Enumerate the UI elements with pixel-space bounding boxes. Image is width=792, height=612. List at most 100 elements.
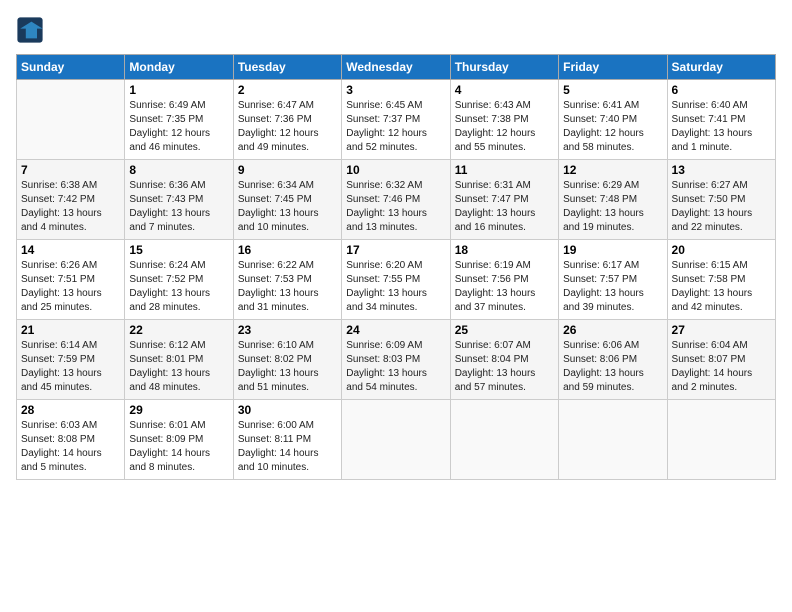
calendar-week-row: 14 Sunrise: 6:26 AMSunset: 7:51 PMDaylig…	[17, 240, 776, 320]
day-info: Sunrise: 6:38 AMSunset: 7:42 PMDaylight:…	[21, 179, 120, 235]
day-number: 18	[455, 243, 554, 257]
day-info: Sunrise: 6:20 AMSunset: 7:55 PMDaylight:…	[346, 259, 445, 315]
day-number: 5	[563, 83, 662, 97]
weekday-header: Tuesday	[233, 55, 341, 80]
weekday-header: Friday	[559, 55, 667, 80]
day-info: Sunrise: 6:07 AMSunset: 8:04 PMDaylight:…	[455, 339, 554, 395]
day-info: Sunrise: 6:09 AMSunset: 8:03 PMDaylight:…	[346, 339, 445, 395]
calendar-cell: 28 Sunrise: 6:03 AMSunset: 8:08 PMDaylig…	[17, 400, 125, 480]
calendar-cell: 3 Sunrise: 6:45 AMSunset: 7:37 PMDayligh…	[342, 80, 450, 160]
calendar-week-row: 28 Sunrise: 6:03 AMSunset: 8:08 PMDaylig…	[17, 400, 776, 480]
calendar-cell: 15 Sunrise: 6:24 AMSunset: 7:52 PMDaylig…	[125, 240, 233, 320]
calendar-cell: 12 Sunrise: 6:29 AMSunset: 7:48 PMDaylig…	[559, 160, 667, 240]
calendar-header-row: SundayMondayTuesdayWednesdayThursdayFrid…	[17, 55, 776, 80]
calendar-cell: 1 Sunrise: 6:49 AMSunset: 7:35 PMDayligh…	[125, 80, 233, 160]
calendar-cell	[342, 400, 450, 480]
day-info: Sunrise: 6:12 AMSunset: 8:01 PMDaylight:…	[129, 339, 228, 395]
day-info: Sunrise: 6:29 AMSunset: 7:48 PMDaylight:…	[563, 179, 662, 235]
calendar-cell: 2 Sunrise: 6:47 AMSunset: 7:36 PMDayligh…	[233, 80, 341, 160]
day-number: 12	[563, 163, 662, 177]
calendar-week-row: 7 Sunrise: 6:38 AMSunset: 7:42 PMDayligh…	[17, 160, 776, 240]
day-number: 17	[346, 243, 445, 257]
calendar-cell: 14 Sunrise: 6:26 AMSunset: 7:51 PMDaylig…	[17, 240, 125, 320]
day-number: 15	[129, 243, 228, 257]
calendar-cell: 7 Sunrise: 6:38 AMSunset: 7:42 PMDayligh…	[17, 160, 125, 240]
day-number: 19	[563, 243, 662, 257]
page-header	[16, 16, 776, 44]
day-info: Sunrise: 6:43 AMSunset: 7:38 PMDaylight:…	[455, 99, 554, 155]
calendar-cell	[667, 400, 775, 480]
day-info: Sunrise: 6:40 AMSunset: 7:41 PMDaylight:…	[672, 99, 771, 155]
day-number: 3	[346, 83, 445, 97]
weekday-header: Thursday	[450, 55, 558, 80]
calendar-cell: 6 Sunrise: 6:40 AMSunset: 7:41 PMDayligh…	[667, 80, 775, 160]
day-info: Sunrise: 6:17 AMSunset: 7:57 PMDaylight:…	[563, 259, 662, 315]
day-number: 21	[21, 323, 120, 337]
calendar-cell: 22 Sunrise: 6:12 AMSunset: 8:01 PMDaylig…	[125, 320, 233, 400]
day-number: 13	[672, 163, 771, 177]
day-info: Sunrise: 6:14 AMSunset: 7:59 PMDaylight:…	[21, 339, 120, 395]
day-number: 7	[21, 163, 120, 177]
day-info: Sunrise: 6:49 AMSunset: 7:35 PMDaylight:…	[129, 99, 228, 155]
day-info: Sunrise: 6:10 AMSunset: 8:02 PMDaylight:…	[238, 339, 337, 395]
calendar-cell	[450, 400, 558, 480]
day-number: 11	[455, 163, 554, 177]
day-info: Sunrise: 6:47 AMSunset: 7:36 PMDaylight:…	[238, 99, 337, 155]
day-number: 28	[21, 403, 120, 417]
day-number: 20	[672, 243, 771, 257]
calendar-cell: 25 Sunrise: 6:07 AMSunset: 8:04 PMDaylig…	[450, 320, 558, 400]
day-info: Sunrise: 6:34 AMSunset: 7:45 PMDaylight:…	[238, 179, 337, 235]
day-number: 2	[238, 83, 337, 97]
day-info: Sunrise: 6:15 AMSunset: 7:58 PMDaylight:…	[672, 259, 771, 315]
calendar-table: SundayMondayTuesdayWednesdayThursdayFrid…	[16, 54, 776, 480]
day-number: 8	[129, 163, 228, 177]
day-number: 22	[129, 323, 228, 337]
calendar-week-row: 21 Sunrise: 6:14 AMSunset: 7:59 PMDaylig…	[17, 320, 776, 400]
day-number: 9	[238, 163, 337, 177]
calendar-cell: 26 Sunrise: 6:06 AMSunset: 8:06 PMDaylig…	[559, 320, 667, 400]
day-number: 6	[672, 83, 771, 97]
day-number: 4	[455, 83, 554, 97]
calendar-cell: 29 Sunrise: 6:01 AMSunset: 8:09 PMDaylig…	[125, 400, 233, 480]
day-number: 30	[238, 403, 337, 417]
day-number: 29	[129, 403, 228, 417]
day-info: Sunrise: 6:26 AMSunset: 7:51 PMDaylight:…	[21, 259, 120, 315]
day-info: Sunrise: 6:45 AMSunset: 7:37 PMDaylight:…	[346, 99, 445, 155]
calendar-body: 1 Sunrise: 6:49 AMSunset: 7:35 PMDayligh…	[17, 80, 776, 480]
calendar-cell: 16 Sunrise: 6:22 AMSunset: 7:53 PMDaylig…	[233, 240, 341, 320]
day-number: 16	[238, 243, 337, 257]
weekday-header: Sunday	[17, 55, 125, 80]
day-number: 14	[21, 243, 120, 257]
calendar-cell: 21 Sunrise: 6:14 AMSunset: 7:59 PMDaylig…	[17, 320, 125, 400]
calendar-cell: 27 Sunrise: 6:04 AMSunset: 8:07 PMDaylig…	[667, 320, 775, 400]
day-number: 24	[346, 323, 445, 337]
day-number: 25	[455, 323, 554, 337]
day-number: 26	[563, 323, 662, 337]
weekday-header: Monday	[125, 55, 233, 80]
calendar-cell: 18 Sunrise: 6:19 AMSunset: 7:56 PMDaylig…	[450, 240, 558, 320]
day-number: 27	[672, 323, 771, 337]
logo-icon	[16, 16, 44, 44]
day-info: Sunrise: 6:19 AMSunset: 7:56 PMDaylight:…	[455, 259, 554, 315]
calendar-cell: 19 Sunrise: 6:17 AMSunset: 7:57 PMDaylig…	[559, 240, 667, 320]
day-info: Sunrise: 6:22 AMSunset: 7:53 PMDaylight:…	[238, 259, 337, 315]
calendar-week-row: 1 Sunrise: 6:49 AMSunset: 7:35 PMDayligh…	[17, 80, 776, 160]
day-info: Sunrise: 6:06 AMSunset: 8:06 PMDaylight:…	[563, 339, 662, 395]
day-info: Sunrise: 6:36 AMSunset: 7:43 PMDaylight:…	[129, 179, 228, 235]
calendar-cell: 13 Sunrise: 6:27 AMSunset: 7:50 PMDaylig…	[667, 160, 775, 240]
day-info: Sunrise: 6:24 AMSunset: 7:52 PMDaylight:…	[129, 259, 228, 315]
calendar-cell: 8 Sunrise: 6:36 AMSunset: 7:43 PMDayligh…	[125, 160, 233, 240]
calendar-cell	[17, 80, 125, 160]
day-number: 23	[238, 323, 337, 337]
weekday-header: Wednesday	[342, 55, 450, 80]
day-info: Sunrise: 6:27 AMSunset: 7:50 PMDaylight:…	[672, 179, 771, 235]
calendar-cell: 9 Sunrise: 6:34 AMSunset: 7:45 PMDayligh…	[233, 160, 341, 240]
calendar-cell: 11 Sunrise: 6:31 AMSunset: 7:47 PMDaylig…	[450, 160, 558, 240]
day-info: Sunrise: 6:03 AMSunset: 8:08 PMDaylight:…	[21, 419, 120, 475]
day-info: Sunrise: 6:32 AMSunset: 7:46 PMDaylight:…	[346, 179, 445, 235]
calendar-cell: 24 Sunrise: 6:09 AMSunset: 8:03 PMDaylig…	[342, 320, 450, 400]
day-number: 1	[129, 83, 228, 97]
day-number: 10	[346, 163, 445, 177]
calendar-cell: 20 Sunrise: 6:15 AMSunset: 7:58 PMDaylig…	[667, 240, 775, 320]
day-info: Sunrise: 6:00 AMSunset: 8:11 PMDaylight:…	[238, 419, 337, 475]
